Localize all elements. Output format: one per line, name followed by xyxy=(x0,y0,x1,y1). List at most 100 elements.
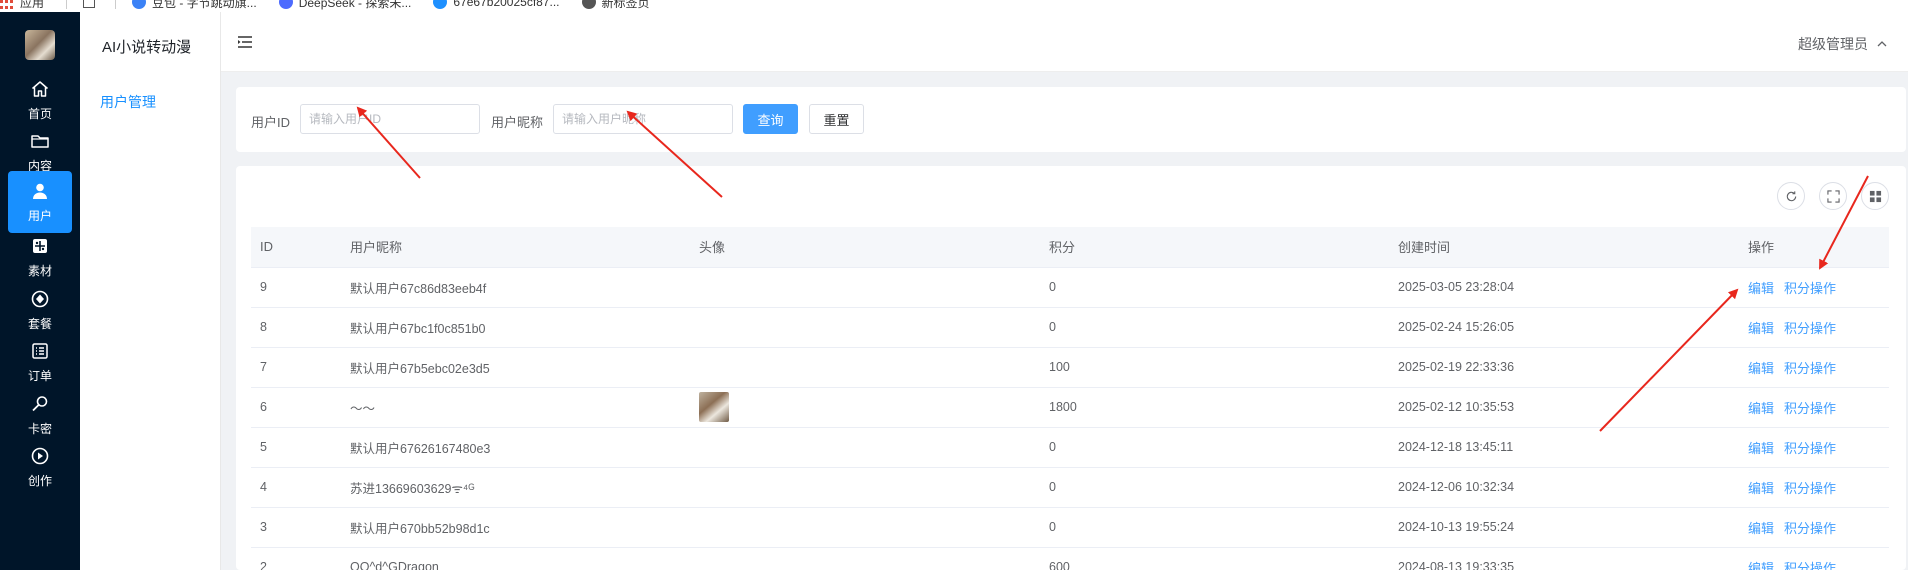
cell-avatar xyxy=(690,507,1040,548)
cell-avatar xyxy=(690,347,1040,388)
bookmark-icon xyxy=(433,0,448,9)
refresh-button[interactable] xyxy=(1777,182,1805,210)
table-row: 6 ～～ 1800 2025-02-12 10:35:53 编辑 积分操作 xyxy=(251,387,1889,428)
table-row: 9 默认用户67c86d83eeb4f 0 2025-03-05 23:28:04 编辑… xyxy=(251,267,1889,308)
cell-actions: 编辑 积分操作 xyxy=(1739,427,1889,468)
cell-nickname: 默认用户67b5ebc02e3d5 xyxy=(341,347,690,388)
cell-created-time: 2025-02-19 22:33:36 xyxy=(1389,347,1739,388)
rail-item-label: 首页 xyxy=(27,106,52,121)
edit-link[interactable]: 编辑 xyxy=(1748,561,1774,570)
query-button[interactable]: 查询 xyxy=(743,104,798,134)
cell-nickname: ～～ xyxy=(341,387,690,428)
points-operation-link[interactable]: 积分操作 xyxy=(1784,401,1836,416)
bookmark-item[interactable]: 豆包 - 字节跳动旗... xyxy=(132,0,257,11)
user-id-input[interactable] xyxy=(300,104,480,134)
user-id-label: 用户ID xyxy=(251,115,291,130)
points-operation-link[interactable]: 积分操作 xyxy=(1784,481,1836,496)
bookmark-label: 应用 xyxy=(20,0,45,10)
rail-item-package[interactable]: 套餐 xyxy=(8,284,72,336)
edit-link[interactable]: 编辑 xyxy=(1748,521,1774,536)
cell-created-time: 2025-02-12 10:35:53 xyxy=(1389,387,1739,428)
rail-item-play[interactable]: 创作 xyxy=(8,442,72,494)
points-operation-link[interactable]: 积分操作 xyxy=(1784,441,1836,456)
rail-item-label: 套餐 xyxy=(27,316,52,331)
edit-link[interactable]: 编辑 xyxy=(1748,481,1774,496)
reset-button[interactable]: 重置 xyxy=(809,104,864,134)
edit-link[interactable]: 编辑 xyxy=(1748,321,1774,336)
apps-grid-icon xyxy=(0,0,14,9)
cell-points: 0 xyxy=(1040,507,1389,548)
rail-item-user[interactable]: 用户 xyxy=(8,171,72,233)
folder-icon xyxy=(30,131,50,157)
user-table: ID 用户昵称 头像 积分 创建时间 操作 9 默认用户67c86d83eeb4f 0 2025… xyxy=(251,227,1889,570)
points-operation-link[interactable]: 积分操作 xyxy=(1784,561,1836,570)
bookmark-item[interactable]: 67e67b20025cf87... xyxy=(433,0,560,9)
edit-link[interactable]: 编辑 xyxy=(1748,281,1774,296)
doubao-icon xyxy=(132,0,147,9)
table-row: 8 默认用户67bc1f0c851b0 0 2025-02-24 15:26:05 编辑… xyxy=(251,307,1889,348)
cell-created-time: 2024-08-13 19:33:35 xyxy=(1389,547,1739,570)
cell-avatar xyxy=(690,387,1040,428)
points-operation-link[interactable]: 积分操作 xyxy=(1784,281,1836,296)
rail-item-label: 用户 xyxy=(27,208,52,223)
edit-link[interactable]: 编辑 xyxy=(1748,361,1774,376)
rail-item-label: 创作 xyxy=(27,474,52,488)
cell-id: 5 xyxy=(251,427,341,468)
package-icon xyxy=(30,289,50,315)
fullscreen-button[interactable] xyxy=(1819,182,1847,210)
edit-link[interactable]: 编辑 xyxy=(1748,441,1774,456)
cell-created-time: 2024-10-13 19:55:24 xyxy=(1389,507,1739,548)
nickname-label: 用户昵称 xyxy=(491,115,544,130)
cell-id: 9 xyxy=(251,267,341,308)
bookmark-item[interactable]: 应用 xyxy=(0,0,44,11)
nickname-input[interactable] xyxy=(553,104,733,134)
play-icon xyxy=(30,446,50,472)
bookmark-label: 新标签页 xyxy=(601,0,650,10)
menu-toggle-icon[interactable] xyxy=(237,34,253,50)
edit-link[interactable]: 编辑 xyxy=(1748,401,1774,416)
cell-nickname: QQ^d^GDragon xyxy=(341,547,690,570)
cell-actions: 编辑 积分操作 xyxy=(1739,547,1889,570)
rail-item-key[interactable]: 卡密 xyxy=(8,389,72,441)
cell-points: 100 xyxy=(1040,347,1389,388)
bookmark-item[interactable]: DeepSeek - 探索未... xyxy=(278,0,411,11)
cell-actions: 编辑 积分操作 xyxy=(1739,507,1889,548)
cell-actions: 编辑 积分操作 xyxy=(1739,347,1889,388)
column-header: 用户昵称 xyxy=(341,227,690,268)
search-form: 用户ID 用户昵称 查询 重置 xyxy=(236,87,1906,152)
user-menu[interactable]: 超级管理员 xyxy=(1798,34,1888,54)
cell-avatar xyxy=(690,467,1040,508)
rail-item-order[interactable]: 订单 xyxy=(8,337,72,389)
cell-points: 0 xyxy=(1040,267,1389,308)
cell-nickname: 苏进13669603629ᯤ⁴ᴳ xyxy=(341,467,690,508)
cell-id: 3 xyxy=(251,507,341,548)
table-row: 5 默认用户67626167480e3 0 2024-12-18 13:45:11 编辑… xyxy=(251,427,1889,468)
cell-avatar xyxy=(690,307,1040,348)
submenu-item-user-management[interactable]: 用户管理 xyxy=(100,92,156,112)
rail-item-material[interactable]: 素材 xyxy=(8,232,72,284)
points-operation-link[interactable]: 积分操作 xyxy=(1784,321,1836,336)
key-icon xyxy=(30,394,50,420)
user-table-card: ID 用户昵称 头像 积分 创建时间 操作 9 默认用户67c86d83eeb4f 0 2025… xyxy=(236,166,1906,570)
app-logo-avatar[interactable] xyxy=(25,30,55,60)
material-icon xyxy=(30,236,50,262)
divider xyxy=(66,0,68,9)
column-header: 操作 xyxy=(1739,227,1889,268)
cell-created-time: 2024-12-06 10:32:34 xyxy=(1389,467,1739,508)
bookmark-label: 67e67b20025cf87... xyxy=(453,0,560,9)
points-operation-link[interactable]: 积分操作 xyxy=(1784,521,1836,536)
column-header: 创建时间 xyxy=(1389,227,1739,268)
cell-avatar xyxy=(690,547,1040,570)
cell-points: 0 xyxy=(1040,307,1389,348)
rail-item-label: 卡密 xyxy=(27,421,52,436)
bookmark-item[interactable]: 新标签页 xyxy=(581,0,650,11)
rail-item-home[interactable]: 首页 xyxy=(8,74,72,126)
column-settings-button[interactable] xyxy=(1861,182,1889,210)
table-header-row: ID 用户昵称 头像 积分 创建时间 操作 xyxy=(251,227,1889,268)
globe-icon xyxy=(581,0,596,9)
avatar xyxy=(699,392,729,422)
points-operation-link[interactable]: 积分操作 xyxy=(1784,361,1836,376)
table-row: 7 默认用户67b5ebc02e3d5 100 2025-02-19 22:33:36… xyxy=(251,347,1889,388)
apps-grid-icon[interactable] xyxy=(83,0,96,8)
order-icon xyxy=(30,341,50,367)
